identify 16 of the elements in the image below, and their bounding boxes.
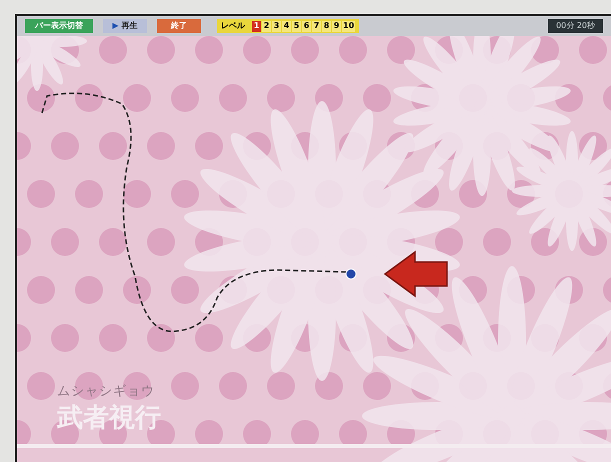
game-title: 武者視行 xyxy=(57,402,161,434)
level-button[interactable]: 9 xyxy=(332,20,341,32)
level-button[interactable]: 7 xyxy=(312,20,321,32)
level-button[interactable]: 1 xyxy=(252,20,261,32)
level-button[interactable]: 8 xyxy=(322,20,331,32)
level-label: レベル xyxy=(221,22,245,30)
play-button[interactable]: ▶ 再生 xyxy=(103,19,147,33)
game-subtitle: ムシャシギョウ xyxy=(57,383,156,401)
level-button[interactable]: 2 xyxy=(262,20,271,32)
level-button[interactable]: 10 xyxy=(342,20,356,32)
timer: 00分 20秒 xyxy=(548,19,603,33)
level-button[interactable]: 6 xyxy=(302,20,311,32)
level-button[interactable]: 5 xyxy=(292,20,301,32)
arrow-icon xyxy=(384,250,448,298)
level-button[interactable]: 3 xyxy=(272,20,281,32)
level-button[interactable]: 4 xyxy=(282,20,291,32)
